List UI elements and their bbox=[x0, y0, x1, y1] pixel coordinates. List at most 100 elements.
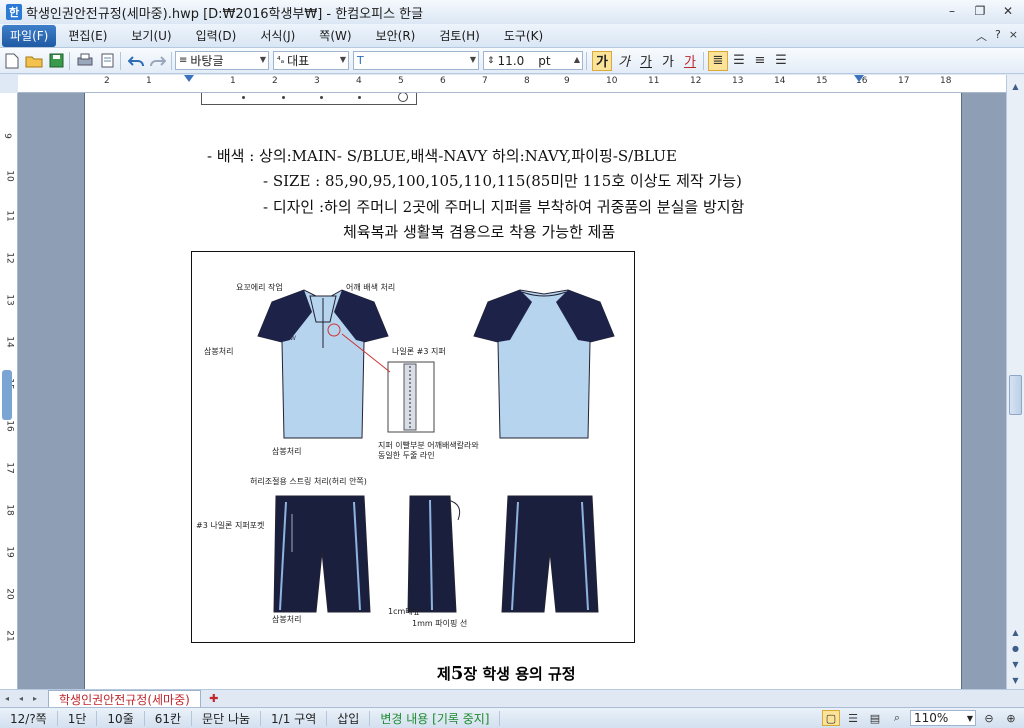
align-justify-icon[interactable]: ≣ bbox=[708, 50, 728, 71]
style-icon: ≡ bbox=[179, 55, 188, 66]
scroll-up-icon[interactable]: ▲ bbox=[1008, 79, 1023, 94]
hwp-app-icon[interactable]: 한 bbox=[6, 4, 22, 20]
menu-edit[interactable]: 편집(E) bbox=[56, 25, 119, 47]
minimize-button[interactable]: – bbox=[940, 2, 964, 20]
dot bbox=[242, 96, 245, 99]
label-piping: 1mm 파이핑 선 bbox=[412, 619, 468, 628]
menu-view[interactable]: 보기(U) bbox=[119, 25, 183, 47]
zoom-out-icon[interactable]: ⊖ bbox=[980, 710, 998, 726]
ruler-number: 17 bbox=[4, 462, 15, 474]
menu-bar: 파일(F) 편집(E) 보기(U) 입력(D) 서식(J) 쪽(W) 보안(R)… bbox=[0, 24, 1024, 48]
style-combo[interactable]: ≡ 바탕글 ▼ bbox=[175, 51, 269, 70]
shirt-front-illustration: W bbox=[257, 289, 389, 439]
ruler-right-marker[interactable] bbox=[854, 75, 864, 82]
font-name-combo[interactable]: T ▼ bbox=[353, 51, 479, 70]
dot bbox=[282, 96, 285, 99]
restore-button[interactable]: ❐ bbox=[968, 2, 992, 20]
ruler-number: 11 bbox=[4, 210, 15, 222]
strike-button[interactable]: 가 bbox=[658, 51, 678, 71]
new-document-icon[interactable] bbox=[2, 51, 22, 71]
dot bbox=[358, 96, 361, 99]
toolbar-separator bbox=[703, 51, 704, 70]
status-track-changes[interactable]: 변경 내용 [기록 중지] bbox=[370, 710, 501, 726]
font-size-combo[interactable]: ⇕ 11.0 pt ▲ bbox=[483, 51, 583, 70]
font-color-button[interactable]: 가 bbox=[680, 51, 700, 71]
status-col: 61칸 bbox=[145, 710, 193, 726]
label-pocket: #3 나일론 지퍼포켓 bbox=[196, 521, 265, 530]
menu-file[interactable]: 파일(F) bbox=[2, 24, 57, 47]
ruler-number: 11 bbox=[648, 76, 660, 86]
outline-view-icon[interactable]: ▤ bbox=[866, 710, 884, 726]
undo-icon[interactable] bbox=[126, 51, 146, 71]
left-panel-handle[interactable] bbox=[2, 370, 12, 420]
print-icon[interactable] bbox=[75, 51, 95, 71]
help-icon[interactable]: ? bbox=[995, 28, 1001, 44]
open-folder-icon[interactable] bbox=[24, 51, 44, 71]
label-tape: 1cm테잎 bbox=[388, 607, 421, 616]
ruler-number: 14 bbox=[4, 336, 15, 348]
align-left-icon[interactable]: ☰ bbox=[729, 51, 749, 71]
ruler-number: 21 bbox=[4, 630, 15, 642]
document-page[interactable]: - 배색 : 상의:MAIN- S/BLUE,배색-NAVY 하의:NAVY,파… bbox=[84, 93, 962, 689]
bold-button[interactable]: 가 bbox=[592, 50, 612, 71]
menu-page[interactable]: 쪽(W) bbox=[307, 25, 363, 47]
vertical-scrollbar[interactable]: ▲ ▲ ● ▼ ▼ bbox=[1006, 75, 1024, 689]
menu-format[interactable]: 서식(J) bbox=[248, 25, 307, 47]
status-insert[interactable]: 삽입 bbox=[327, 710, 371, 726]
toolbar-separator bbox=[171, 51, 172, 70]
scroll-down-icon[interactable]: ▼ bbox=[1008, 673, 1023, 688]
horizontal-ruler[interactable]: 2 1 1 2 3 4 5 6 7 8 9 10 11 12 13 14 15 … bbox=[18, 75, 1006, 93]
zoom-combo[interactable]: 110% ▼ bbox=[910, 710, 976, 726]
chapter-title: 장 학생 용의 규정 bbox=[463, 665, 576, 683]
spin-arrows-icon[interactable]: ▲ bbox=[574, 55, 580, 64]
prev-page-icon[interactable]: ▲ bbox=[1008, 625, 1023, 640]
tab-first-icon[interactable]: ◂ bbox=[0, 694, 14, 703]
ruler-number: 18 bbox=[4, 504, 15, 516]
doc-line-color[interactable]: - 배색 : 상의:MAIN- S/BLUE,배색-NAVY 하의:NAVY,파… bbox=[207, 145, 677, 166]
underline-button[interactable]: 가 bbox=[636, 51, 656, 71]
pants-side-illustration bbox=[407, 495, 461, 613]
uniform-figure[interactable]: W 요꼬에리 작업 어깨 배색 처리 삼봉처리 나일론 #3 지퍼 삼봉처리 지… bbox=[191, 251, 635, 643]
document-area[interactable]: - 배색 : 상의:MAIN- S/BLUE,배색-NAVY 하의:NAVY,파… bbox=[18, 93, 1006, 689]
ruler-number: 15 bbox=[816, 76, 828, 86]
align-right-icon[interactable]: ☰ bbox=[771, 51, 791, 71]
normal-view-icon[interactable]: ☰ bbox=[844, 710, 862, 726]
ruler-number: 16 bbox=[4, 420, 15, 432]
document-tab[interactable]: 학생인권안전규정(세마중) bbox=[48, 689, 201, 708]
page-view-icon[interactable]: ▢ bbox=[822, 710, 840, 726]
ribbon-collapse-icon[interactable]: ︿ bbox=[976, 28, 987, 44]
ruler-indent-marker[interactable] bbox=[184, 75, 194, 82]
zoom-magnifier-icon[interactable]: ⌕ bbox=[888, 710, 906, 726]
doc-close-icon[interactable]: × bbox=[1009, 28, 1018, 44]
menu-security[interactable]: 보안(R) bbox=[364, 25, 428, 47]
ruler-number: 10 bbox=[606, 76, 618, 86]
pants-back-illustration bbox=[501, 495, 599, 613]
zoom-in-icon[interactable]: ⊕ bbox=[1002, 710, 1020, 726]
page-select-icon[interactable]: ● bbox=[1008, 641, 1023, 656]
font-size-value: 11.0 bbox=[497, 53, 525, 68]
close-button[interactable]: ✕ bbox=[996, 2, 1020, 20]
print-preview-icon[interactable] bbox=[97, 51, 117, 71]
tab-prev-icon[interactable]: ◂ bbox=[14, 694, 28, 703]
next-page-icon[interactable]: ▼ bbox=[1008, 657, 1023, 672]
shirt-back-illustration bbox=[473, 289, 615, 439]
redo-icon[interactable] bbox=[148, 51, 168, 71]
status-page[interactable]: 12/?쪽 bbox=[0, 710, 58, 726]
italic-button[interactable]: 가 bbox=[614, 51, 634, 71]
window-controls: – ❐ ✕ bbox=[940, 2, 1020, 20]
save-icon[interactable] bbox=[46, 51, 66, 71]
menu-tools[interactable]: 도구(K) bbox=[492, 25, 555, 47]
previous-figure-bottom bbox=[201, 93, 417, 105]
doc-line-design[interactable]: - 디자인 :하의 주머니 2곳에 주머니 지퍼를 부착하여 귀중품의 분실을 … bbox=[263, 196, 744, 217]
title-bar: 한 학생인권안전규정(세마중).hwp [D:₩2016학생부₩] - 한컴오피… bbox=[0, 0, 1024, 24]
scroll-thumb[interactable] bbox=[1009, 375, 1022, 415]
menu-review[interactable]: 검토(H) bbox=[427, 25, 491, 47]
doc-line-size[interactable]: - SIZE : 85,90,95,100,105,110,115(85미만 1… bbox=[263, 170, 742, 191]
new-tab-icon[interactable]: ✚ bbox=[205, 692, 223, 706]
align-center-icon[interactable]: ≡ bbox=[750, 51, 770, 71]
font-language-combo[interactable]: ⁴ₐ 대표 ▼ bbox=[273, 51, 349, 70]
tab-next-icon[interactable]: ▸ bbox=[28, 694, 42, 703]
doc-line-usage[interactable]: 체육복과 생활복 겸용으로 착용 가능한 제품 bbox=[343, 221, 615, 242]
menu-insert[interactable]: 입력(D) bbox=[184, 25, 249, 47]
chapter-heading[interactable]: 제5장 학생 용의 규정 bbox=[437, 663, 576, 684]
